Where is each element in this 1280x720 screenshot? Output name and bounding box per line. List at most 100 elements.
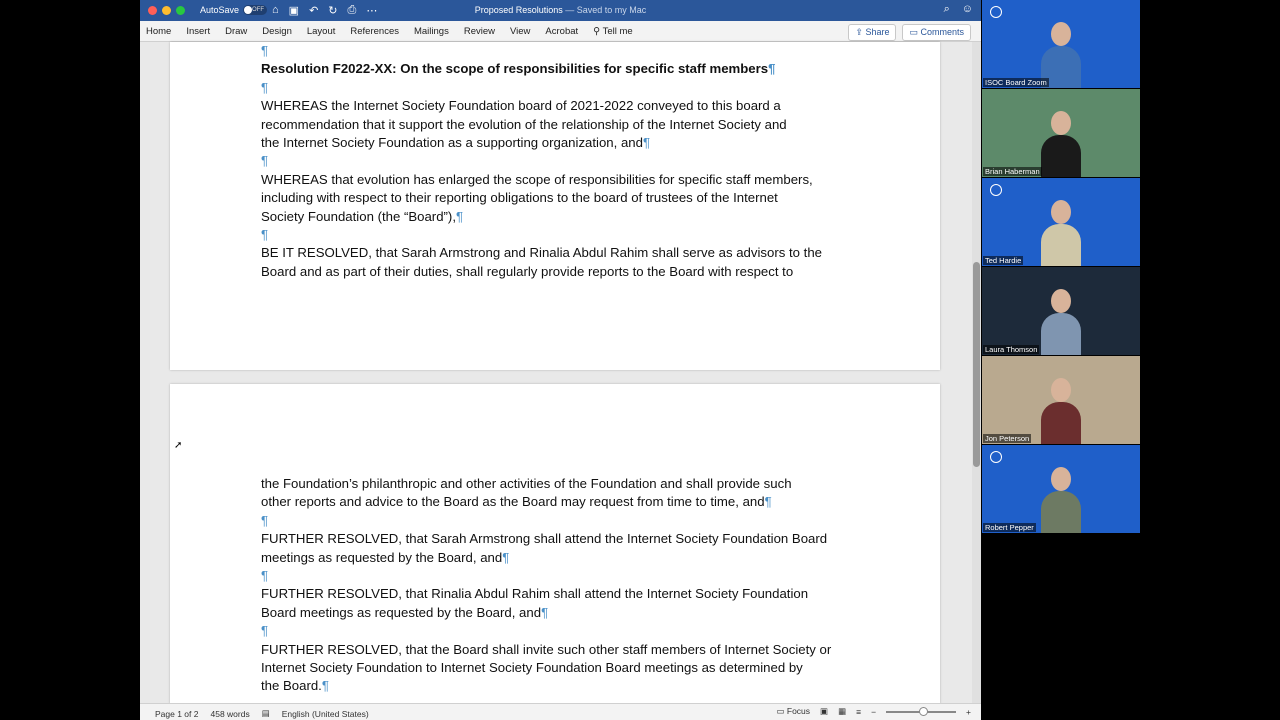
zoom-slider-thumb[interactable] — [919, 706, 929, 716]
document-line: recommendation that it support the evolu… — [261, 116, 861, 134]
tell-me-search[interactable]: ⚲ Tell me — [593, 26, 633, 37]
line-text: recommendation that it support the evolu… — [261, 116, 787, 132]
tab-references[interactable]: References — [350, 26, 399, 37]
participant-body — [1041, 313, 1081, 355]
document-line: the Foundation’s philanthropic and other… — [261, 475, 861, 493]
focus-button[interactable]: ▭ Focus — [776, 706, 810, 717]
document-line: BE IT RESOLVED, that Sarah Armstrong and… — [261, 244, 861, 262]
comments-button[interactable]: ▭ Comments — [902, 24, 971, 41]
comments-label: Comments — [920, 27, 964, 37]
line-text: WHEREAS that evolution has enlarged the … — [261, 171, 813, 187]
document-line: WHEREAS that evolution has enlarged the … — [261, 171, 861, 189]
document-line: other reports and advice to the Board as… — [261, 493, 861, 511]
document-title: Proposed Resolutions — Saved to my Mac — [140, 5, 981, 15]
paragraph-mark-icon: ¶ — [768, 61, 776, 77]
status-bar: Page 1 of 2 458 words ▤ English (United … — [140, 703, 981, 720]
participant-tile[interactable]: Laura Thomson — [982, 267, 1140, 355]
participant-tile[interactable]: ISOC Board Zoom — [982, 0, 1140, 88]
mouse-cursor-icon: ➚ — [174, 440, 183, 451]
scroll-thumb[interactable] — [973, 262, 980, 467]
page-2-text[interactable]: the Foundation’s philanthropic and other… — [261, 475, 861, 696]
participant-tile[interactable]: Brian Haberman — [982, 89, 1140, 177]
isoc-logo-icon — [990, 184, 1002, 196]
participant-video — [1041, 200, 1081, 266]
document-page-2[interactable]: the Foundation’s philanthropic and other… — [170, 384, 940, 704]
document-line: ¶ — [261, 152, 861, 170]
document-line: FURTHER RESOLVED, that Rinalia Abdul Rah… — [261, 585, 861, 603]
print-layout-icon[interactable]: ▣ — [820, 706, 828, 717]
search-icon[interactable]: ⌕ — [944, 3, 950, 16]
participant-body — [1041, 402, 1081, 444]
title-right-icons: ⌕ ☺ — [944, 3, 973, 16]
page-1-text[interactable]: ¶ Resolution F2022-XX: On the scope of re… — [261, 42, 861, 281]
document-line: Internet Society Foundation to Internet … — [261, 659, 861, 677]
participant-head — [1051, 200, 1071, 224]
line-text: Internet Society Foundation to Internet … — [261, 660, 803, 676]
participant-head — [1051, 378, 1071, 402]
participant-body — [1041, 224, 1081, 266]
zoom-out-icon[interactable]: − — [871, 707, 876, 717]
paragraph-mark-icon: ¶ — [261, 568, 269, 584]
line-text: Society Foundation (the “Board”), — [261, 208, 456, 224]
paragraph-mark-icon: ¶ — [261, 79, 269, 95]
share-icon: ⇪ — [855, 27, 866, 37]
participant-tile[interactable]: Ted Hardie — [982, 178, 1140, 266]
account-icon[interactable]: ☺ — [962, 3, 973, 16]
document-line: the Internet Society Foundation as a sup… — [261, 134, 861, 152]
doc-title-name: Proposed Resolutions — [474, 5, 563, 15]
tab-design[interactable]: Design — [262, 26, 292, 37]
tab-insert[interactable]: Insert — [186, 26, 210, 37]
document-line: Board and as part of their duties, shall… — [261, 263, 861, 281]
ribbon-actions: ⇪ Share ▭ Comments — [848, 24, 971, 41]
participant-video — [1041, 111, 1081, 177]
comment-icon: ▭ — [909, 27, 921, 37]
zoom-in-icon[interactable]: + — [966, 707, 971, 717]
document-line: ¶ — [261, 226, 861, 244]
zoom-slider[interactable] — [886, 706, 957, 716]
tab-acrobat[interactable]: Acrobat — [545, 26, 578, 37]
line-text: WHEREAS the Internet Society Foundation … — [261, 98, 781, 114]
paragraph-mark-icon: ¶ — [261, 43, 269, 58]
line-text: the Internet Society Foundation as a sup… — [261, 135, 643, 151]
paragraph-mark-icon: ¶ — [261, 623, 269, 639]
participant-tile[interactable]: Jon Peterson — [982, 356, 1140, 444]
participant-name: Laura Thomson — [983, 345, 1040, 354]
proofing-icon[interactable]: ▤ — [262, 708, 270, 719]
language-indicator[interactable]: English (United States) — [282, 709, 369, 719]
document-page-1[interactable]: ¶ Resolution F2022-XX: On the scope of re… — [170, 42, 940, 370]
tab-draw[interactable]: Draw — [225, 26, 247, 37]
line-text: BE IT RESOLVED, that Sarah Armstrong and… — [261, 245, 822, 261]
participant-head — [1051, 289, 1071, 313]
ribbon: Home Insert Draw Design Layout Reference… — [140, 21, 981, 42]
title-bar: AutoSave OFF ⌂ ▣ ↶ ↻ ⎙ ⋯ Proposed Resolu… — [140, 0, 981, 21]
tab-layout[interactable]: Layout — [307, 26, 336, 37]
tab-mailings[interactable]: Mailings — [414, 26, 449, 37]
participant-head — [1051, 111, 1071, 135]
tab-home[interactable]: Home — [146, 26, 171, 37]
participant-video — [1041, 467, 1081, 533]
participant-tile[interactable]: Robert Pepper — [982, 445, 1140, 533]
line-text: FURTHER RESOLVED, that Rinalia Abdul Rah… — [261, 586, 809, 602]
share-button[interactable]: ⇪ Share — [848, 24, 897, 41]
tab-view[interactable]: View — [510, 26, 530, 37]
lightbulb-icon: ⚲ — [593, 26, 603, 37]
paragraph-mark-icon: ¶ — [455, 208, 464, 224]
page-count[interactable]: Page 1 of 2 — [155, 709, 198, 719]
paragraph-mark-icon: ¶ — [764, 494, 772, 510]
focus-icon: ▭ — [776, 706, 787, 716]
word-count[interactable]: 458 words — [210, 709, 249, 719]
participant-video — [1041, 378, 1081, 444]
ribbon-tabs: Home Insert Draw Design Layout Reference… — [146, 26, 633, 37]
participant-name: Robert Pepper — [983, 523, 1036, 532]
share-label: Share — [865, 27, 890, 37]
document-line: ¶ — [261, 79, 861, 97]
tab-review[interactable]: Review — [464, 26, 495, 37]
doc-save-status: — Saved to my Mac — [565, 5, 647, 15]
web-layout-icon[interactable]: ▦ — [838, 706, 846, 717]
line-text: FURTHER RESOLVED, that Sarah Armstrong s… — [261, 531, 828, 547]
line-text: the Foundation’s philanthropic and other… — [261, 476, 792, 491]
outline-view-icon[interactable]: ≡ — [856, 707, 861, 717]
vertical-scrollbar[interactable] — [972, 42, 981, 703]
line-text: other reports and advice to the Board as… — [261, 494, 765, 510]
participant-name: Jon Peterson — [983, 434, 1032, 443]
